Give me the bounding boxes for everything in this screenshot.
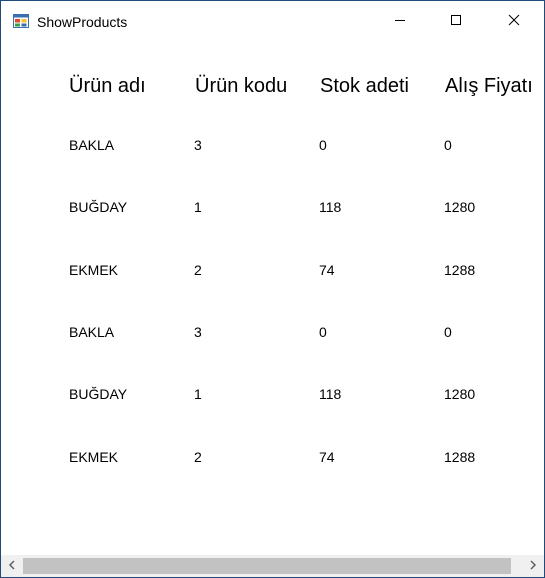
cell-code: 1 bbox=[194, 386, 202, 402]
cell-price: 1280 bbox=[444, 386, 476, 402]
close-icon bbox=[508, 13, 520, 31]
horizontal-scrollbar[interactable] bbox=[1, 555, 544, 577]
windows-forms-icon[interactable] bbox=[13, 13, 29, 29]
window-title: ShowProducts bbox=[37, 14, 128, 30]
maximize-icon bbox=[450, 13, 462, 31]
cell-stock: 0 bbox=[319, 324, 327, 340]
header-stok-adeti: Stok adeti bbox=[320, 75, 409, 97]
cell-name: EKMEK bbox=[69, 449, 119, 465]
cell-stock: 118 bbox=[319, 199, 342, 215]
cell-name: BUĞDAY bbox=[69, 386, 128, 402]
header-urun-kodu: Ürün kodu bbox=[195, 75, 288, 97]
cell-price: 1288 bbox=[444, 262, 476, 278]
minimize-icon bbox=[394, 13, 406, 31]
cell-price: 1280 bbox=[444, 199, 476, 215]
cell-price: 0 bbox=[444, 324, 452, 340]
title-bar[interactable]: ShowProducts bbox=[1, 1, 544, 43]
cell-name: BUĞDAY bbox=[69, 199, 128, 215]
header-alis-fiyati: Alış Fiyatı bbox=[445, 75, 533, 97]
cell-code: 2 bbox=[194, 449, 202, 465]
cell-name: EKMEK bbox=[69, 262, 119, 278]
scroll-right-button[interactable] bbox=[522, 555, 544, 577]
cell-code: 1 bbox=[194, 199, 202, 215]
cell-code: 3 bbox=[194, 324, 202, 340]
maximize-button[interactable] bbox=[433, 1, 479, 43]
cell-stock: 0 bbox=[319, 137, 327, 153]
scrollbar-thumb[interactable] bbox=[23, 558, 511, 574]
cell-stock: 74 bbox=[319, 262, 335, 278]
cell-price: 1288 bbox=[444, 449, 476, 465]
cell-name: BAKLA bbox=[69, 324, 115, 340]
chevron-left-icon bbox=[8, 557, 16, 575]
cell-code: 3 bbox=[194, 137, 202, 153]
cell-stock: 118 bbox=[319, 386, 342, 402]
cell-price: 0 bbox=[444, 137, 452, 153]
close-button[interactable] bbox=[491, 1, 537, 43]
products-table: Ürün adı Ürün kodu Stok adeti Alış Fiyat… bbox=[1, 43, 544, 555]
scroll-left-button[interactable] bbox=[1, 555, 23, 577]
minimize-button[interactable] bbox=[377, 1, 423, 43]
show-products-window: ShowProducts Ürün adı Ürün kodu Stok ade… bbox=[0, 0, 545, 578]
header-urun-adi: Ürün adı bbox=[69, 75, 146, 97]
chevron-right-icon bbox=[529, 557, 537, 575]
cell-code: 2 bbox=[194, 262, 202, 278]
cell-name: BAKLA bbox=[69, 137, 115, 153]
cell-stock: 74 bbox=[319, 449, 335, 465]
